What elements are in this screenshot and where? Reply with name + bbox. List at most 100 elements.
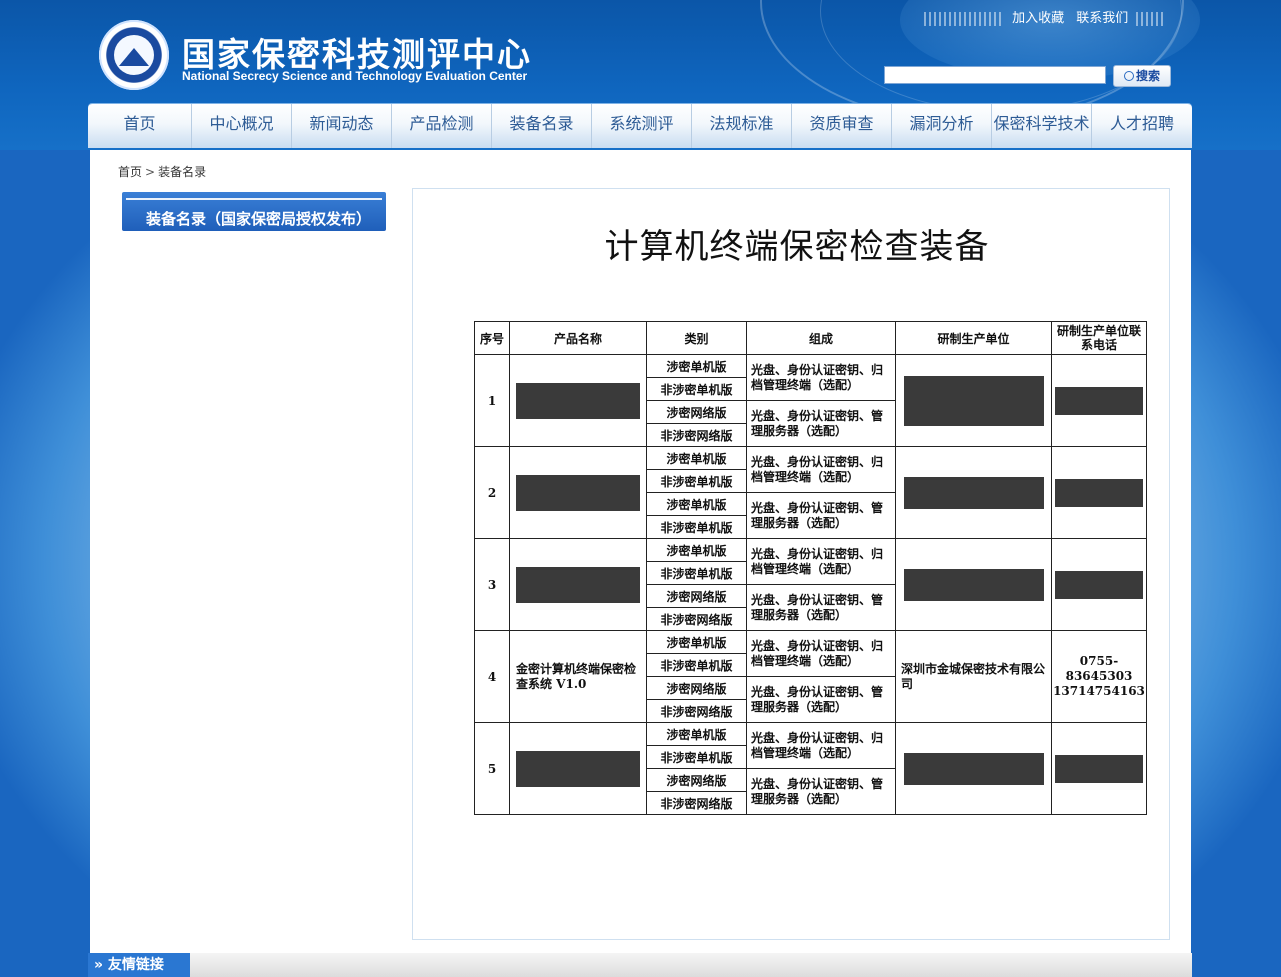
search-icon [1123,71,1134,81]
row-name [509,538,647,631]
site-subtitle: National Secrecy Science and Technology … [182,69,528,83]
nav-item-recruitment[interactable]: 人才招聘 [1092,104,1192,148]
table-row: 3 涉密单机版 光盘、身份认证密钥、归档管理终端（选配） [474,538,1147,631]
row-composition: 光盘、身份认证密钥、归档管理终端（选配） [746,630,896,677]
row-category: 非涉密单机版 [646,745,747,769]
row-phone [1051,722,1147,815]
row-category: 涉密网络版 [646,584,747,608]
row-category: 非涉密单机版 [646,469,747,493]
decorative-dots [1136,11,1165,26]
row-category: 涉密单机版 [646,722,747,746]
search-input[interactable] [884,66,1106,84]
nav-item-equipment-list[interactable]: 装备名录 [492,104,592,148]
breadcrumb-home[interactable]: 首页 [118,165,142,179]
nav-item-news[interactable]: 新闻动态 [292,104,392,148]
friend-links-label: 友情链接 [107,957,164,973]
row-composition: 光盘、身份认证密钥、管理服务器（选配） [746,676,896,723]
breadcrumb-current[interactable]: 装备名录 [158,165,206,179]
row-composition: 光盘、身份认证密钥、管理服务器（选配） [746,492,896,539]
row-seq: 1 [474,354,510,447]
footer-bar: » 友情链接 [88,953,1192,977]
row-name: 金密计算机终端保密检查系统 V1.0 [509,630,647,723]
row-composition: 光盘、身份认证密钥、管理服务器（选配） [746,768,896,815]
row-composition: 光盘、身份认证密钥、归档管理终端（选配） [746,446,896,493]
row-category: 涉密单机版 [646,492,747,516]
row-maker [895,722,1052,815]
table-row: 5 涉密单机版 光盘、身份认证密钥、归档管理终端（选配） [474,722,1147,815]
row-category: 非涉密单机版 [646,377,747,401]
redaction-block [1055,386,1143,415]
header-category: 类别 [646,321,747,355]
row-maker [895,538,1052,631]
sidebar-title-bar [126,198,382,200]
row-category: 非涉密单机版 [646,515,747,539]
nav-item-vulnerability[interactable]: 漏洞分析 [892,104,992,148]
nav-item-home[interactable]: 首页 [88,104,192,148]
redaction-block [903,476,1044,509]
row-category: 涉密网络版 [646,676,747,700]
row-name [509,446,647,539]
row-composition: 光盘、身份认证密钥、归档管理终端（选配） [746,354,896,401]
row-seq: 4 [474,630,510,723]
header-name: 产品名称 [509,321,647,355]
row-category: 涉密单机版 [646,538,747,562]
row-name [509,354,647,447]
row-phone-2: 13714754163 [1053,684,1145,698]
row-name [509,722,647,815]
content-area: 首页 > 装备名录 装备名录（国家保密局授权发布） 计算机终端保密检查装备 序号 产… [90,150,1191,953]
row-category: 涉密单机版 [646,446,747,470]
decorative-dots [924,11,1004,26]
friend-links-tab[interactable]: » 友情链接 [88,953,190,977]
table-row: 4 金密计算机终端保密检查系统 V1.0 涉密单机版 光盘、身份认证密钥、归档管… [474,630,1147,723]
row-seq: 5 [474,722,510,815]
redaction-block [903,752,1044,785]
row-seq: 2 [474,446,510,539]
nav-item-about[interactable]: 中心概况 [192,104,292,148]
nav-item-qualification[interactable]: 资质审查 [792,104,892,148]
nav-item-system-evaluation[interactable]: 系统测评 [592,104,692,148]
row-category: 非涉密网络版 [646,791,747,815]
table-row: 2 涉密单机版 光盘、身份认证密钥、归档管理终端（选配） [474,446,1147,539]
row-category: 涉密单机版 [646,354,747,378]
table-row: 1 涉密单机版 光盘、身份认证密钥、归档管理终端（选配） [474,354,1147,447]
row-category: 非涉密单机版 [646,561,747,585]
redaction-block [516,382,640,419]
redaction-block [1055,754,1143,783]
row-maker: 深圳市金城保密技术有限公司 [895,630,1052,723]
equipment-table: 序号 产品名称 类别 组成 研制生产单位 研制生产单位联系电话 1 涉密单机版 … [474,321,1147,815]
redaction-block [516,566,640,603]
add-favorite-link[interactable]: 加入收藏 [1012,11,1064,26]
header-phone: 研制生产单位联系电话 [1051,321,1147,355]
row-composition: 光盘、身份认证密钥、归档管理终端（选配） [746,538,896,585]
row-phone [1051,354,1147,447]
row-composition: 光盘、身份认证密钥、管理服务器（选配） [746,584,896,631]
row-category: 涉密网络版 [646,768,747,792]
nav-item-regulations[interactable]: 法规标准 [692,104,792,148]
table-header-row: 序号 产品名称 类别 组成 研制生产单位 研制生产单位联系电话 [474,321,1147,355]
nav-item-science-tech[interactable]: 保密科学技术 [992,104,1092,148]
row-phone: 0755-83645303 13714754163 [1051,630,1147,723]
header-composition: 组成 [746,321,896,355]
row-category: 非涉密单机版 [646,653,747,677]
search-button[interactable]: 搜索 [1113,65,1171,87]
row-composition: 光盘、身份认证密钥、归档管理终端（选配） [746,722,896,769]
row-maker [895,446,1052,539]
row-composition: 光盘、身份认证密钥、管理服务器（选配） [746,400,896,447]
emblem-icon[interactable] [99,20,169,90]
main-nav: 首页 中心概况 新闻动态 产品检测 装备名录 系统测评 法规标准 资质审查 漏洞… [88,104,1192,148]
header-maker: 研制生产单位 [895,321,1052,355]
sidebar-title[interactable]: 装备名录（国家保密局授权发布） [122,192,386,231]
contact-us-link[interactable]: 联系我们 [1076,11,1128,26]
row-category: 涉密单机版 [646,630,747,654]
search-button-label: 搜索 [1135,69,1160,83]
row-category: 非涉密网络版 [646,607,747,631]
row-seq: 3 [474,538,510,631]
redaction-block [1055,570,1143,599]
document-panel: 计算机终端保密检查装备 序号 产品名称 类别 组成 研制生产单位 研制生产单位联… [412,188,1170,940]
nav-item-product-testing[interactable]: 产品检测 [392,104,492,148]
emblem-mountain [119,48,149,66]
row-category: 非涉密网络版 [646,699,747,723]
redaction-block [903,375,1044,426]
redaction-block [516,474,640,511]
header-seq: 序号 [474,321,510,355]
